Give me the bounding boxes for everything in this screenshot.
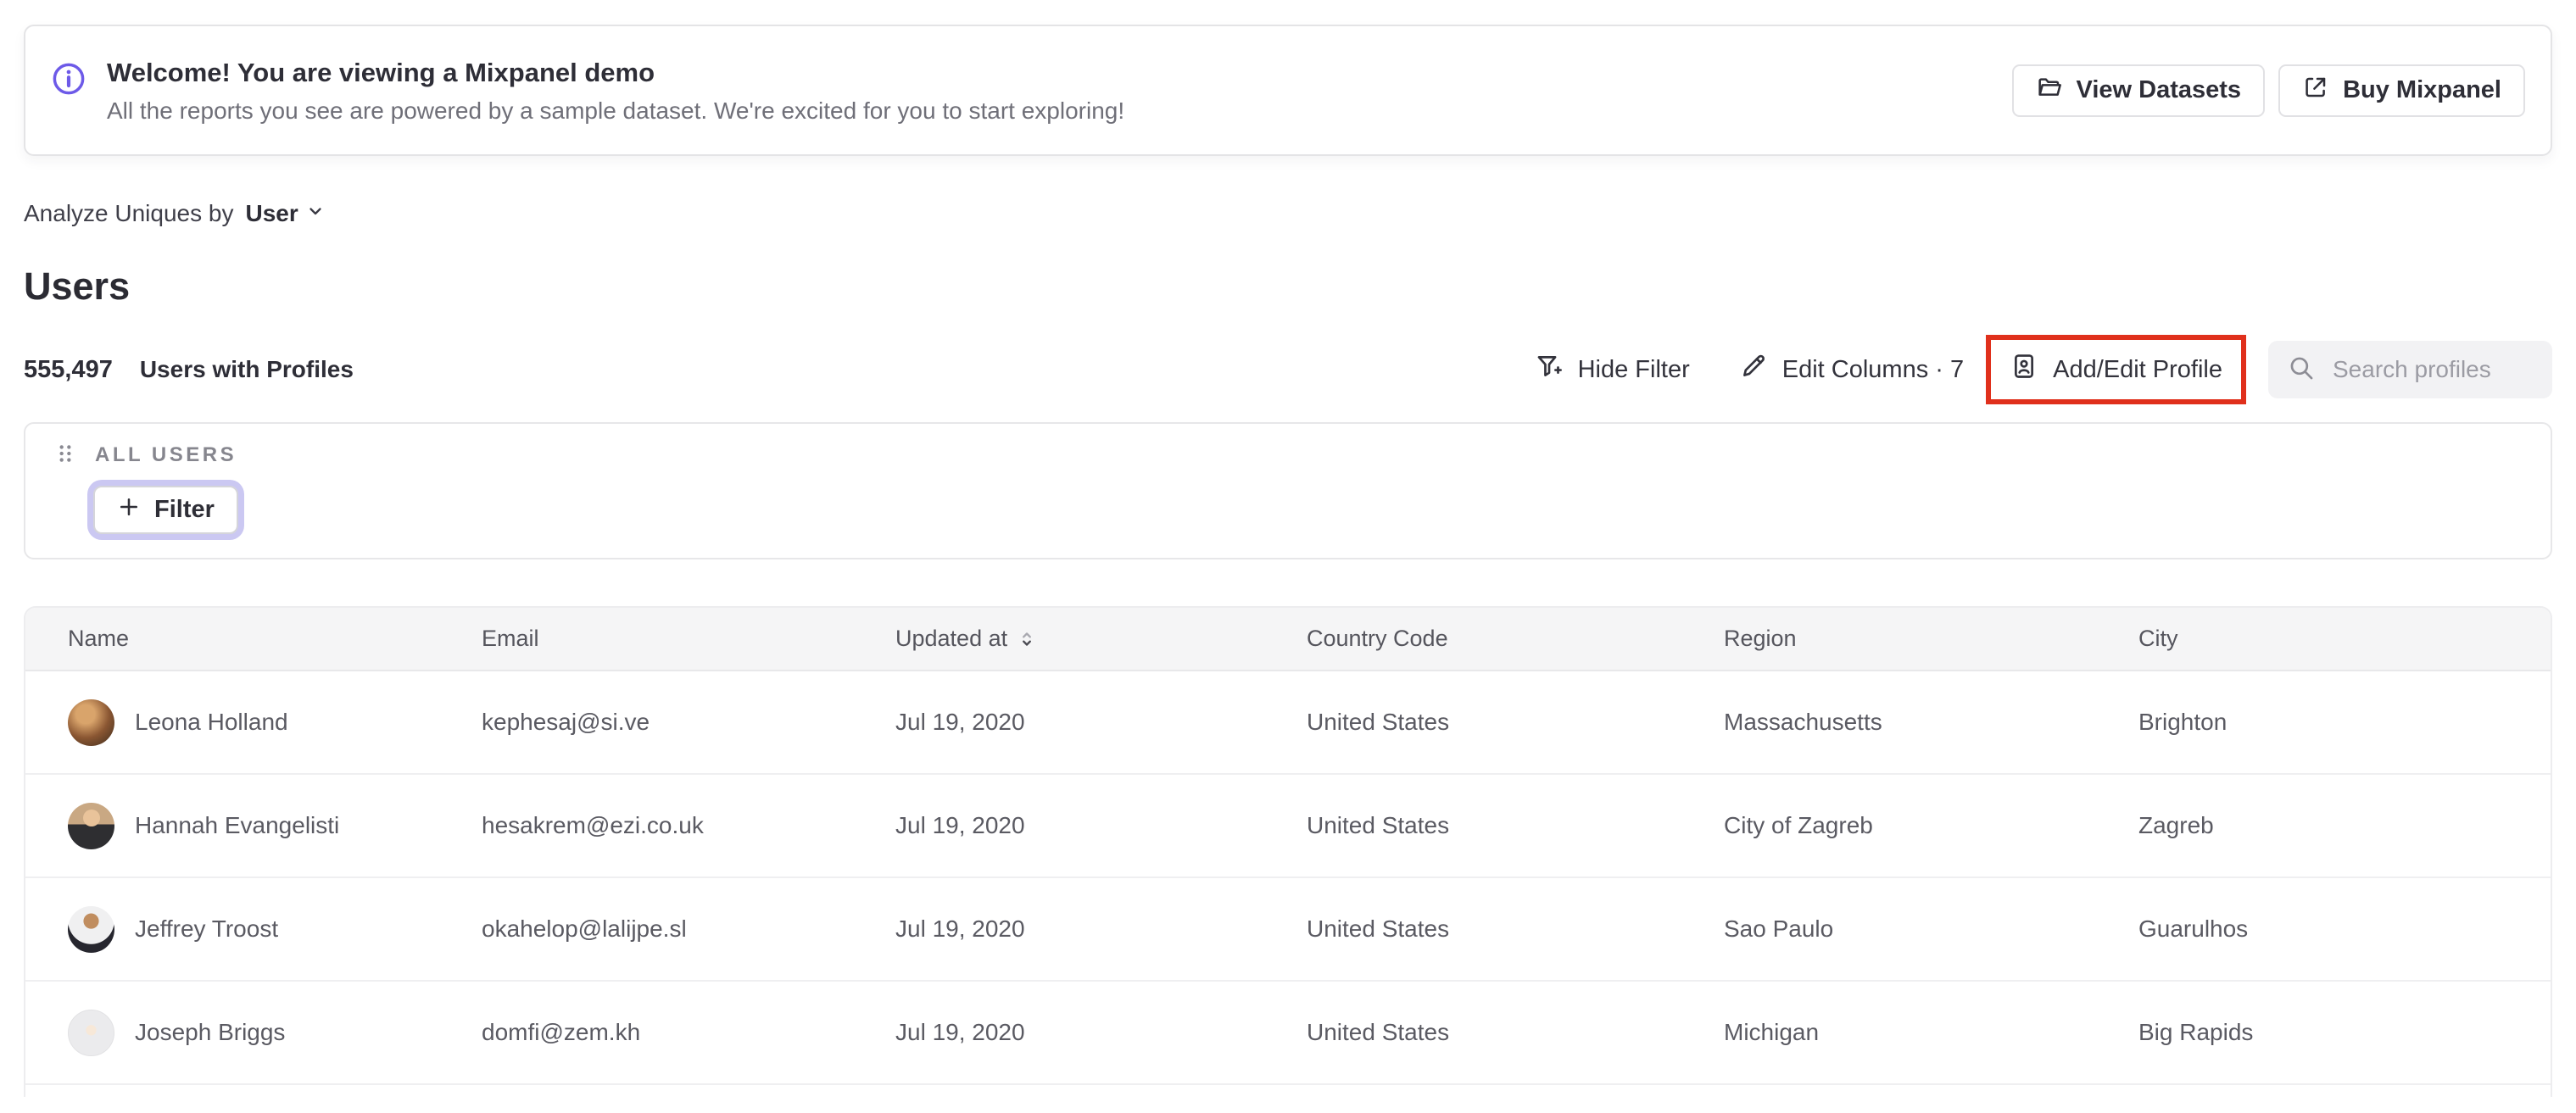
profiles-count: 555,497 — [24, 355, 113, 383]
table-row[interactable]: Hannah Evangelisti hesakrem@ezi.co.uk Ju… — [25, 775, 2551, 878]
buy-mixpanel-label: Buy Mixpanel — [2343, 76, 2501, 103]
table-header-row: Name Email Updated at Country Code Regio… — [25, 608, 2551, 671]
user-name: Hannah Evangelisti — [135, 812, 340, 838]
drag-handle-icon[interactable] — [54, 442, 76, 468]
search-icon — [2287, 353, 2316, 387]
plus-icon — [117, 495, 141, 526]
column-header-city[interactable]: City — [2138, 626, 2551, 652]
profiles-count-label: Users with Profiles — [139, 356, 354, 382]
funnel-plus-icon — [1535, 352, 1564, 387]
add-filter-button[interactable]: Filter — [93, 486, 238, 534]
welcome-banner-text: Welcome! You are viewing a Mixpanel demo… — [51, 56, 1124, 125]
user-updated-at: Jul 19, 2020 — [895, 812, 1025, 838]
info-icon — [51, 61, 86, 97]
pencil-icon — [1739, 352, 1768, 387]
avatar — [68, 698, 114, 746]
analyze-uniques-label: Analyze Uniques by — [24, 200, 234, 226]
search-profiles-input[interactable] — [2331, 355, 2534, 384]
add-filter-label: Filter — [154, 496, 215, 523]
user-updated-at: Jul 19, 2020 — [895, 915, 1025, 942]
view-datasets-label: View Datasets — [2076, 76, 2242, 103]
search-profiles-box[interactable] — [2268, 341, 2552, 398]
user-country-code: United States — [1307, 709, 1450, 735]
user-city: Brighton — [2138, 709, 2228, 735]
user-email: domfi@zem.kh — [482, 1019, 641, 1045]
user-country-code: United States — [1307, 812, 1450, 838]
user-updated-at: Jul 19, 2020 — [895, 709, 1025, 735]
analyze-uniques-value: User — [245, 200, 298, 226]
meta-toolbar-row: 555,497 Users with Profiles Hide Filter — [24, 335, 2552, 404]
analyze-uniques-row: Analyze Uniques by User — [24, 200, 2552, 227]
user-name: Leona Holland — [135, 709, 288, 735]
welcome-banner: Welcome! You are viewing a Mixpanel demo… — [24, 25, 2552, 156]
edit-columns-button[interactable]: Edit Columns · 7 — [1739, 352, 1964, 387]
column-header-region[interactable]: Region — [1724, 626, 2138, 652]
avatar — [68, 905, 114, 953]
column-header-name[interactable]: Name — [68, 626, 482, 652]
table-body: Leona Holland kephesaj@si.ve Jul 19, 202… — [25, 671, 2551, 1085]
banner-title: Welcome! You are viewing a Mixpanel demo — [107, 57, 655, 87]
user-city: Big Rapids — [2138, 1019, 2254, 1045]
users-page: Welcome! You are viewing a Mixpanel demo… — [0, 25, 2576, 1113]
user-name: Jeffrey Troost — [135, 915, 279, 942]
external-link-icon — [2302, 74, 2329, 108]
sort-icon[interactable] — [1016, 628, 1038, 650]
add-edit-profile-label: Add/Edit Profile — [2053, 355, 2222, 383]
user-region: Michigan — [1724, 1019, 1820, 1045]
user-email: okahelop@lalijpe.sl — [482, 915, 687, 942]
user-name: Joseph Briggs — [135, 1019, 286, 1045]
user-region: Massachusetts — [1724, 709, 1882, 735]
buy-mixpanel-button[interactable]: Buy Mixpanel — [2278, 64, 2525, 117]
add-edit-profile-button[interactable]: Add/Edit Profile — [2010, 352, 2222, 387]
user-email: hesakrem@ezi.co.uk — [482, 812, 704, 838]
table-row[interactable]: Jeffrey Troost okahelop@lalijpe.sl Jul 1… — [25, 878, 2551, 982]
column-header-country-code[interactable]: Country Code — [1307, 626, 1724, 652]
user-city: Guarulhos — [2138, 915, 2249, 942]
user-city: Zagreb — [2138, 812, 2214, 838]
chevron-down-icon — [305, 200, 326, 227]
page-title: Users — [24, 264, 131, 308]
folder-icon — [2036, 74, 2063, 108]
users-table: Name Email Updated at Country Code Regio… — [24, 606, 2552, 1097]
avatar — [68, 802, 114, 849]
hide-filter-button[interactable]: Hide Filter — [1535, 352, 1690, 387]
user-updated-at: Jul 19, 2020 — [895, 1019, 1025, 1045]
banner-subtitle: All the reports you see are powered by a… — [107, 97, 1125, 124]
column-header-updated-at[interactable]: Updated at — [895, 626, 1307, 652]
table-row[interactable]: Leona Holland kephesaj@si.ve Jul 19, 202… — [25, 671, 2551, 775]
user-region: City of Zagreb — [1724, 812, 1873, 838]
filter-panel: ALL USERS Filter — [24, 422, 2552, 559]
avatar — [68, 1009, 114, 1056]
profile-card-icon — [2010, 352, 2038, 387]
user-country-code: United States — [1307, 915, 1450, 942]
edit-columns-label: Edit Columns · 7 — [1781, 355, 1965, 383]
analyze-uniques-selector[interactable]: User — [245, 200, 325, 227]
user-country-code: United States — [1307, 1019, 1450, 1045]
column-header-email[interactable]: Email — [482, 626, 895, 652]
user-email: kephesaj@si.ve — [482, 709, 650, 735]
table-row[interactable]: Joseph Briggs domfi@zem.kh Jul 19, 2020 … — [25, 982, 2551, 1085]
annotation-highlight-box: Add/Edit Profile — [1986, 335, 2246, 404]
group-label: ALL USERS — [95, 443, 237, 466]
user-region: Sao Paulo — [1724, 915, 1834, 942]
hide-filter-label: Hide Filter — [1577, 355, 1690, 383]
view-datasets-button[interactable]: View Datasets — [2011, 64, 2266, 117]
